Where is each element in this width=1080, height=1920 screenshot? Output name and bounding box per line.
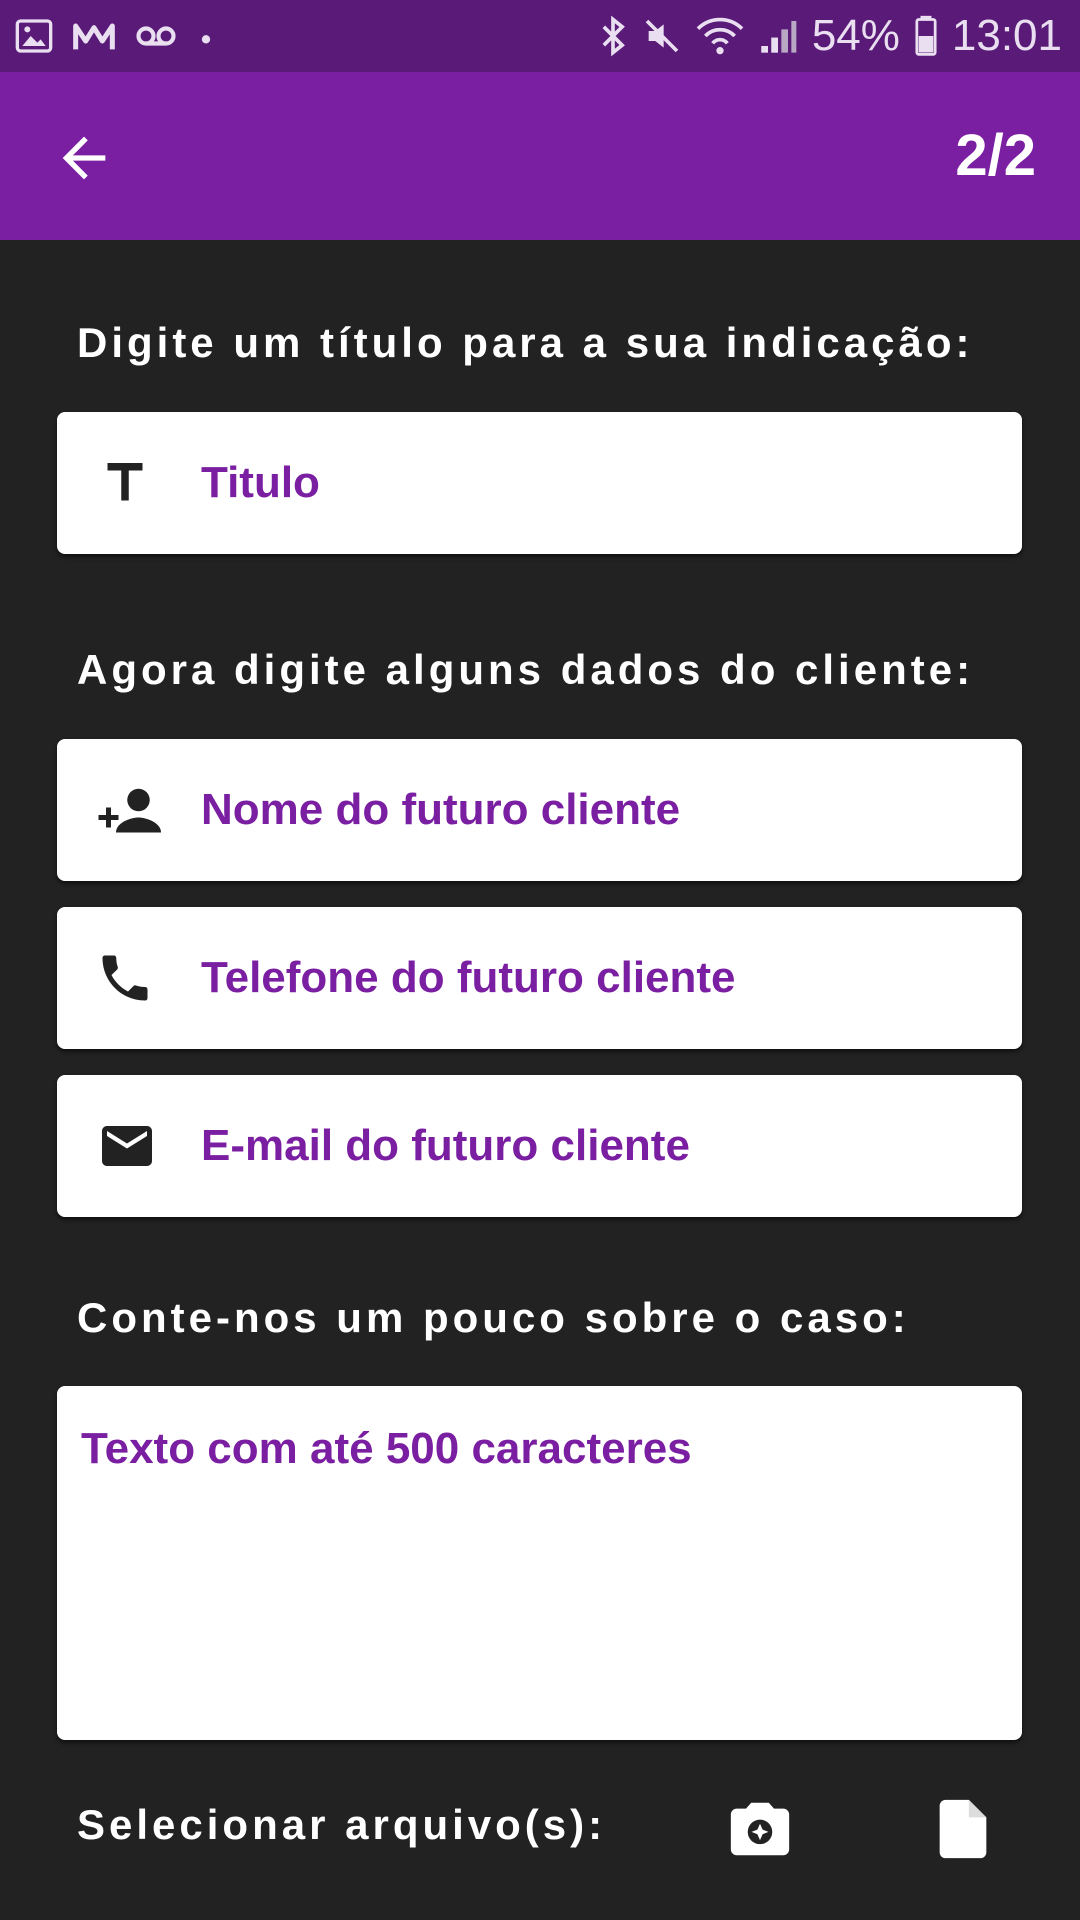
name-input[interactable]: Nome do futuro cliente	[57, 739, 1022, 881]
gmail-icon	[73, 23, 115, 50]
phone-placeholder: Telefone do futuro cliente	[201, 953, 736, 1002]
person-add-icon	[95, 780, 161, 840]
clock: 13:01	[951, 11, 1062, 60]
mail-icon	[95, 1116, 155, 1176]
voicemail-icon	[136, 26, 176, 46]
name-placeholder: Nome do futuro cliente	[201, 785, 681, 834]
file-icon	[939, 1799, 987, 1859]
phone-icon	[95, 948, 155, 1008]
app-bar: 2/2	[0, 72, 1080, 240]
signal-icon	[761, 21, 797, 53]
description-placeholder: Texto com até 500 caracteres	[81, 1424, 692, 1473]
email-input[interactable]: E-mail do futuro cliente	[57, 1075, 1022, 1217]
title-placeholder: Titulo	[201, 458, 320, 507]
camera-button[interactable]	[725, 1794, 795, 1864]
email-placeholder: E-mail do futuro cliente	[201, 1121, 690, 1170]
step-indicator: 2/2	[955, 123, 1036, 188]
case-prompt: Conte-nos um pouco sobre o caso:	[77, 1294, 910, 1341]
bluetooth-icon	[602, 15, 625, 57]
image-icon	[15, 19, 53, 53]
text-format-icon	[95, 453, 155, 513]
title-input[interactable]: Titulo	[57, 412, 1022, 554]
mute-icon	[645, 19, 679, 53]
wifi-icon	[696, 17, 744, 55]
status-bar: 54% 13:01	[0, 0, 1080, 72]
back-button[interactable]	[52, 126, 116, 190]
title-prompt: Digite um título para a sua indicação:	[77, 319, 974, 366]
file-button[interactable]	[928, 1794, 998, 1864]
client-prompt: Agora digite alguns dados do cliente:	[77, 646, 975, 693]
arrow-back-icon	[62, 136, 106, 180]
phone-input[interactable]: Telefone do futuro cliente	[57, 907, 1022, 1049]
description-textarea[interactable]: Texto com até 500 caracteres	[57, 1386, 1022, 1740]
camera-icon	[730, 1802, 790, 1856]
battery-icon	[915, 15, 937, 56]
files-prompt: Selecionar arquivo(s):	[77, 1801, 607, 1848]
dot-icon	[201, 35, 211, 44]
battery-percent: 54%	[811, 11, 900, 60]
